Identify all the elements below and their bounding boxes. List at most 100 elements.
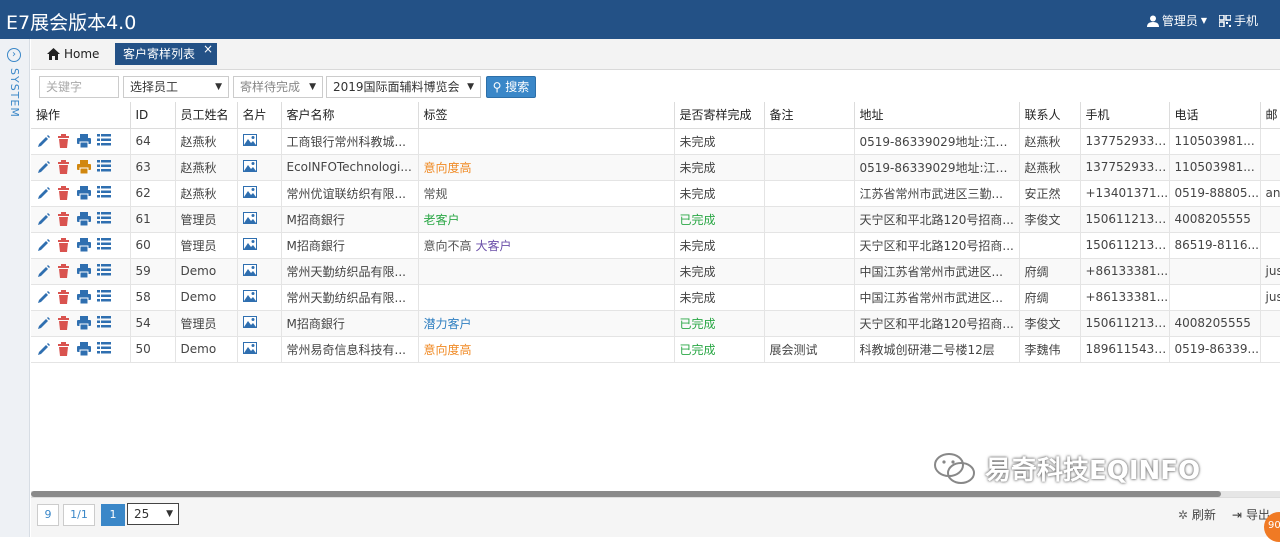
- column-header[interactable]: ID: [130, 102, 176, 129]
- image-icon[interactable]: [242, 289, 257, 304]
- delete-icon[interactable]: [57, 342, 71, 356]
- delete-icon[interactable]: [57, 290, 71, 304]
- detail-list-icon[interactable]: [97, 316, 111, 330]
- image-icon[interactable]: [242, 133, 257, 148]
- detail-list-icon[interactable]: [97, 290, 111, 304]
- edit-icon[interactable]: [37, 264, 51, 278]
- actions-cell: [31, 310, 131, 337]
- tab-home[interactable]: Home: [47, 47, 99, 61]
- user-menu[interactable]: 管理员 ▼: [1146, 12, 1207, 29]
- mobile-link[interactable]: 手机: [1218, 12, 1258, 29]
- refresh-button[interactable]: ✲ 刷新: [1178, 506, 1216, 523]
- delete-icon[interactable]: [57, 186, 71, 200]
- page-button-current[interactable]: 1: [101, 504, 125, 526]
- employee-select-value: 选择员工: [130, 80, 179, 94]
- sidebar-toggle-icon[interactable]: ›: [7, 48, 21, 62]
- column-header[interactable]: 是否寄样完成: [674, 102, 765, 129]
- edit-icon[interactable]: [37, 316, 51, 330]
- status-select[interactable]: 寄样待完成 ▼: [233, 76, 323, 98]
- image-icon[interactable]: [242, 185, 257, 200]
- delete-icon[interactable]: [57, 160, 71, 174]
- image-icon[interactable]: [242, 341, 257, 356]
- detail-list-icon[interactable]: [97, 134, 111, 148]
- id-cell: 63: [130, 154, 176, 181]
- print-icon[interactable]: [77, 264, 91, 279]
- edit-icon[interactable]: [37, 212, 51, 226]
- image-icon[interactable]: [242, 159, 257, 174]
- column-header[interactable]: 联系人: [1019, 102, 1081, 129]
- actions-cell: [31, 336, 131, 363]
- address-cell: 天宁区和平北路120号招商...: [854, 232, 1020, 259]
- delete-icon[interactable]: [57, 238, 71, 252]
- remark-cell: [764, 206, 855, 233]
- page-size-select[interactable]: 25 ▼: [127, 503, 179, 525]
- column-header[interactable]: 备注: [764, 102, 855, 129]
- employee-cell: Demo: [175, 284, 238, 311]
- tab-customer-sample-list[interactable]: 客户寄样列表 ×: [115, 42, 217, 65]
- detail-list-icon[interactable]: [97, 186, 111, 200]
- search-button[interactable]: ⚲ 搜索: [486, 76, 536, 98]
- column-header[interactable]: 操作: [31, 102, 131, 129]
- column-header[interactable]: 电话: [1169, 102, 1261, 129]
- edit-icon[interactable]: [37, 160, 51, 174]
- exhibition-select[interactable]: 2019国际面辅料博览会 ▼: [326, 76, 481, 98]
- column-header[interactable]: 邮: [1260, 102, 1280, 129]
- image-icon[interactable]: [242, 263, 257, 278]
- delete-icon[interactable]: [57, 264, 71, 278]
- row-actions: [36, 238, 129, 253]
- close-icon[interactable]: ×: [203, 38, 213, 60]
- image-icon[interactable]: [242, 237, 257, 252]
- search-button-label: 搜索: [505, 80, 530, 94]
- id-cell: 59: [130, 258, 176, 285]
- edit-icon[interactable]: [37, 238, 51, 252]
- tab-home-label: Home: [64, 47, 100, 61]
- print-icon[interactable]: [77, 160, 91, 175]
- business-card-cell: [237, 180, 282, 207]
- caret-down-icon: ▼: [1200, 16, 1207, 25]
- employee-cell: 管理员: [175, 206, 238, 233]
- print-icon[interactable]: [77, 212, 91, 227]
- qrcode-icon: [1218, 14, 1231, 27]
- image-icon[interactable]: [242, 211, 257, 226]
- employee-cell: 赵燕秋: [175, 154, 238, 181]
- top-navbar: E7展会版本4.0 管理员 ▼ 手机: [0, 0, 1280, 39]
- edit-icon[interactable]: [37, 342, 51, 356]
- image-icon[interactable]: [242, 315, 257, 330]
- delete-icon[interactable]: [57, 316, 71, 330]
- column-header[interactable]: 名片: [237, 102, 282, 129]
- edit-icon[interactable]: [37, 290, 51, 304]
- print-icon[interactable]: [77, 290, 91, 305]
- email-cell: [1260, 310, 1280, 337]
- detail-list-icon[interactable]: [97, 160, 111, 174]
- print-icon[interactable]: [77, 134, 91, 149]
- tags-cell: 意向度高: [418, 336, 675, 363]
- delete-icon[interactable]: [57, 212, 71, 226]
- total-count: 9: [37, 504, 59, 526]
- remark-cell: [764, 310, 855, 337]
- column-header[interactable]: 标签: [418, 102, 675, 129]
- actions-cell: [31, 258, 131, 285]
- column-header[interactable]: 地址: [854, 102, 1020, 129]
- remark-cell: [764, 232, 855, 259]
- edit-icon[interactable]: [37, 186, 51, 200]
- contact-cell: 李俊文: [1019, 206, 1081, 233]
- row-actions: [36, 212, 129, 227]
- employee-select[interactable]: 选择员工 ▼: [123, 76, 229, 98]
- print-icon[interactable]: [77, 316, 91, 331]
- detail-list-icon[interactable]: [97, 342, 111, 356]
- phone-cell: 110503981...: [1169, 128, 1261, 155]
- column-header[interactable]: 手机: [1080, 102, 1170, 129]
- delete-icon[interactable]: [57, 134, 71, 148]
- print-icon[interactable]: [77, 342, 91, 357]
- employee-cell: Demo: [175, 258, 238, 285]
- id-cell: 62: [130, 180, 176, 207]
- detail-list-icon[interactable]: [97, 264, 111, 278]
- edit-icon[interactable]: [37, 134, 51, 148]
- print-icon[interactable]: [77, 238, 91, 253]
- keyword-input[interactable]: 关键字: [39, 76, 119, 98]
- column-header[interactable]: 客户名称: [281, 102, 419, 129]
- detail-list-icon[interactable]: [97, 212, 111, 226]
- column-header[interactable]: 员工姓名: [175, 102, 238, 129]
- detail-list-icon[interactable]: [97, 238, 111, 252]
- print-icon[interactable]: [77, 186, 91, 201]
